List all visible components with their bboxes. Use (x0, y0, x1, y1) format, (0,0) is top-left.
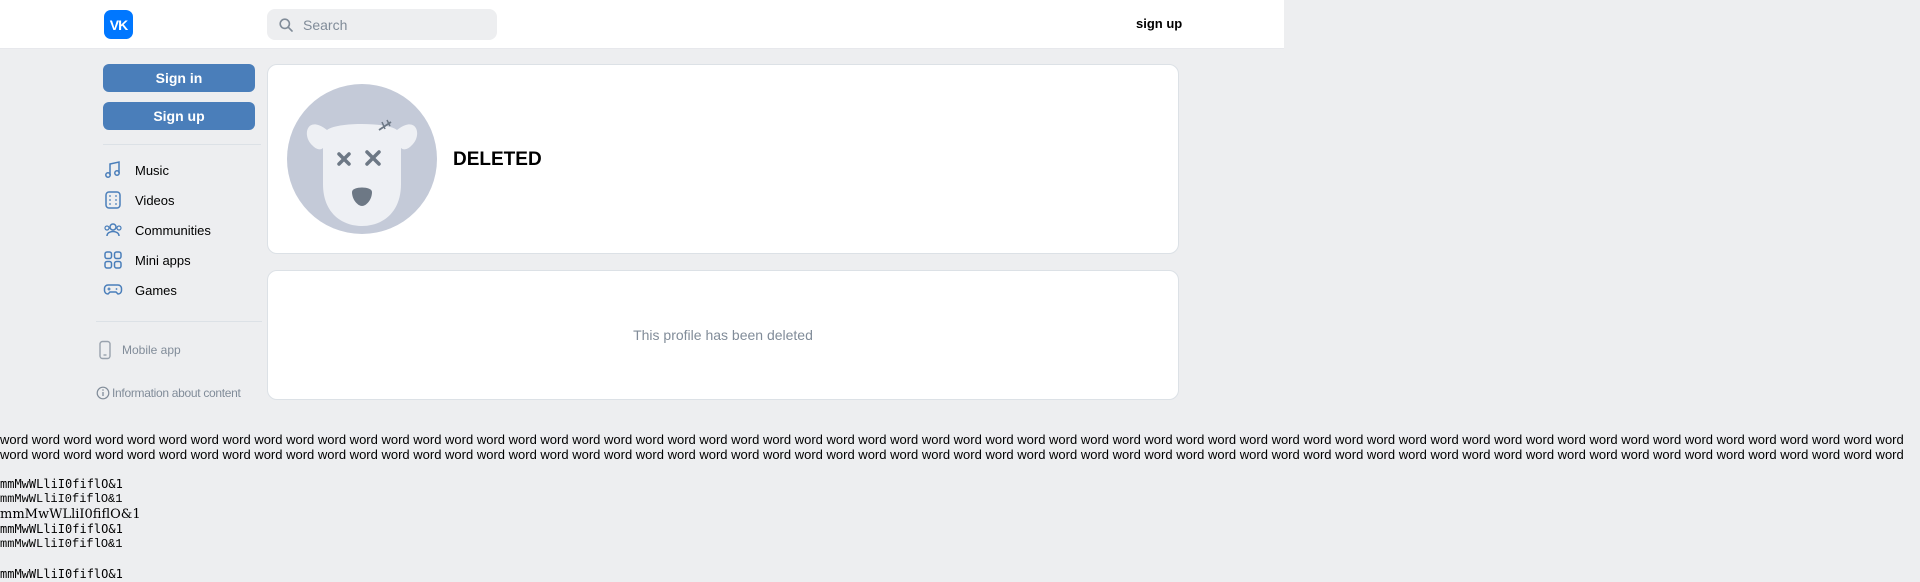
sidebar-divider (103, 144, 261, 145)
deleted-dog-avatar-icon (306, 119, 418, 226)
video-icon (105, 191, 121, 209)
sidebar-item-label: Games (135, 282, 177, 298)
deleted-message: This profile has been deleted (633, 327, 813, 343)
info-label: Information about content (112, 386, 241, 400)
sidebar-item-mini-apps[interactable]: Mini apps (96, 245, 262, 275)
signin-button[interactable]: Sign in (103, 64, 255, 92)
search-input[interactable] (301, 15, 485, 34)
deleted-avatar (287, 84, 437, 234)
sidebar-item-videos[interactable]: Videos (96, 185, 262, 215)
font-sample: mmMwWLliI0fiflO&1 (0, 522, 123, 536)
sidebar-item-communities[interactable]: Communities (96, 215, 262, 245)
font-sample: mmMwWLliI0fiflO&1 (0, 537, 123, 551)
search-box[interactable] (267, 9, 497, 40)
top-header: VK sign up (0, 0, 1284, 49)
info-about-content-link[interactable]: Information about content (96, 386, 262, 400)
font-sample: mmMwWLliI0fiflO&1 (0, 492, 123, 506)
profile-name: DELETED (453, 149, 542, 170)
info-icon (96, 386, 110, 400)
phone-icon (99, 340, 111, 360)
font-sample: mmMwWLliI0fiflO&1 (0, 507, 141, 522)
gamepad-icon (103, 284, 123, 295)
sidebar-item-label: Mini apps (135, 252, 191, 268)
sidebar: Sign in Sign up Music Videos Communities… (96, 64, 262, 400)
music-icon (105, 161, 120, 178)
vk-logo-icon[interactable]: VK (104, 10, 133, 39)
header-signup-link[interactable]: sign up (1136, 16, 1182, 31)
font-sample: mmMwWLliI0fiflO&1 (0, 567, 123, 581)
search-icon (279, 17, 293, 32)
sidebar-item-games[interactable]: Games (96, 275, 262, 305)
sidebar-item-music[interactable]: Music (96, 155, 262, 185)
sidebar-item-label: Videos (135, 192, 175, 208)
mini-apps-icon (104, 251, 122, 269)
signup-button[interactable]: Sign up (103, 102, 255, 130)
font-samples: mmMwWLliI0fiflO&1 mmMwWLliI0fiflO&1 mmMw… (0, 477, 141, 582)
filler-text: word word word word word word word word … (0, 432, 1904, 462)
sidebar-divider (96, 321, 262, 322)
mobile-app-link[interactable]: Mobile app (96, 340, 262, 360)
sidebar-item-label: Music (135, 162, 169, 178)
profile-card: DELETED (267, 64, 1179, 254)
sidebar-nav: Music Videos Communities Mini apps Games (96, 155, 262, 305)
font-sample-tiny (0, 552, 141, 567)
mobile-app-label: Mobile app (122, 343, 181, 357)
communities-icon (104, 223, 122, 237)
sidebar-item-label: Communities (135, 222, 211, 238)
font-sample: mmMwWLliI0fiflO&1 (0, 477, 123, 491)
deleted-notice-card: This profile has been deleted (267, 270, 1179, 400)
